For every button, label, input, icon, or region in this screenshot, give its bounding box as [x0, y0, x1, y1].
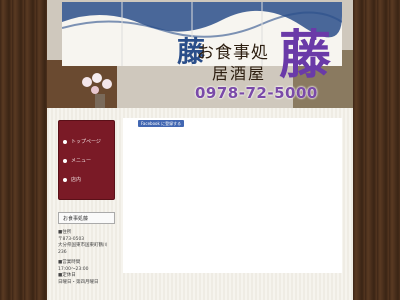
nav-item-menu[interactable]: メニュー — [59, 154, 114, 167]
side-navigation: トップページ メニュー 店内 — [58, 120, 115, 200]
page: 藤 お食事処 居酒屋 藤 0978-72-5000 トップページ メニュー 店内… — [47, 0, 353, 300]
nav-item-label: 店内 — [71, 177, 82, 183]
orchid-flowers-image — [82, 73, 112, 108]
sidebar-section-title: お食事処藤 — [58, 212, 115, 224]
nav-item-label: トップページ — [71, 139, 101, 145]
header-banner: 藤 お食事処 居酒屋 藤 0978-72-5000 — [47, 0, 353, 108]
section-title-text: お食事処藤 — [63, 216, 89, 222]
holiday-text: 日曜日・第四月曜日 — [58, 279, 99, 285]
wood-border-left — [0, 0, 47, 300]
phone-number: 0978-72-5000 — [195, 84, 318, 102]
bullet-icon — [63, 158, 67, 163]
bullet-icon — [63, 177, 67, 182]
main-panel: Facebook に登録する — [123, 118, 342, 273]
wood-border-right — [353, 0, 400, 300]
logo-big-kanji: 藤 — [279, 25, 332, 86]
bullet-icon — [63, 139, 67, 144]
shop-info: ■住所 〒873-0503 大分県国東市国東町鶴川 236 ■営業時間 17:0… — [58, 230, 120, 286]
nav-item-interior[interactable]: 店内 — [59, 173, 114, 186]
shop-title-line2: 居酒屋 — [212, 64, 267, 83]
nav-item-top[interactable]: トップページ — [59, 135, 114, 148]
facebook-register-button[interactable]: Facebook に登録する — [138, 120, 185, 127]
nav-item-label: メニュー — [71, 158, 92, 164]
content-area: トップページ メニュー 店内 お食事処藤 ■住所 〒873-0503 大分県国東… — [47, 108, 353, 300]
